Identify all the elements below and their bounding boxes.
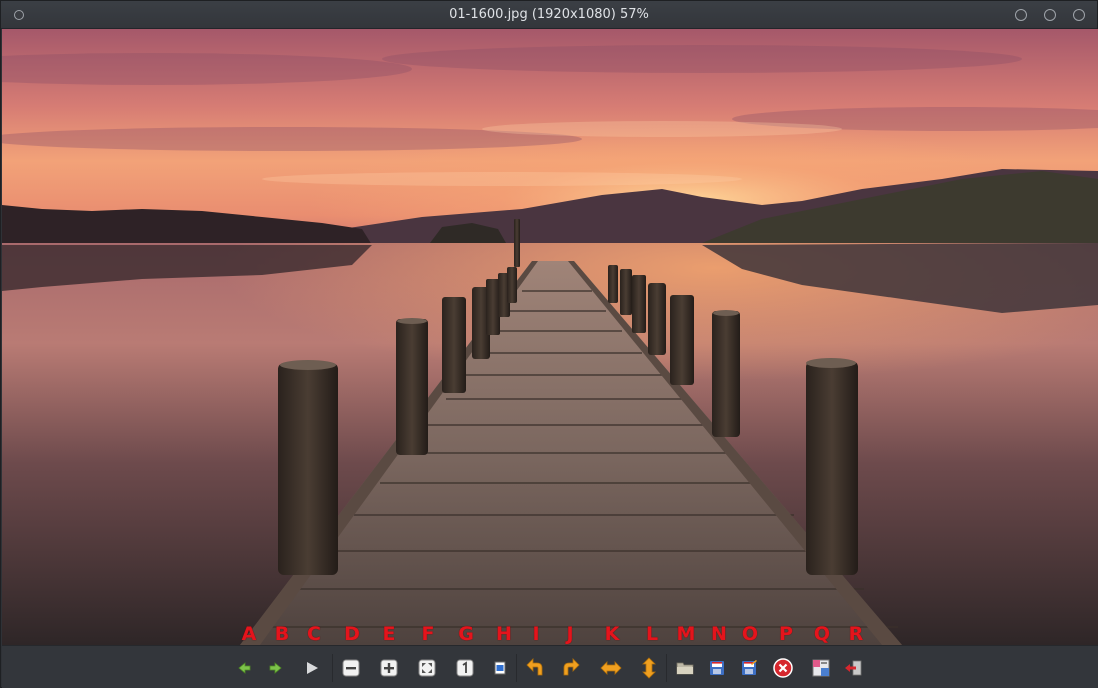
annotation-letter-q: Q — [813, 623, 831, 645]
annotation-letter-e: E — [382, 623, 396, 645]
image-canvas[interactable] — [2, 29, 1098, 645]
displayed-photo — [2, 29, 1098, 645]
arrow-right-icon[interactable] — [265, 657, 287, 679]
annotation-letter-f: F — [421, 623, 435, 645]
close-button[interactable] — [1073, 9, 1085, 21]
delete-icon[interactable] — [772, 657, 794, 679]
title-bar[interactable]: 01-1600.jpg (1920x1080) 57% — [1, 1, 1097, 29]
annotation-letter-m: M — [676, 623, 696, 645]
play-icon[interactable] — [301, 657, 323, 679]
save-as-icon[interactable] — [738, 657, 760, 679]
toolbar-separator — [332, 654, 333, 682]
fit-window-icon[interactable] — [416, 657, 438, 679]
annotation-letter-l: L — [645, 623, 659, 645]
annotation-letter-k: K — [604, 623, 620, 645]
bottom-toolbar — [2, 645, 1098, 688]
annotation-letter-r: R — [848, 623, 864, 645]
zoom-in-icon[interactable] — [378, 657, 400, 679]
open-folder-icon[interactable] — [674, 657, 696, 679]
annotation-letter-j: J — [566, 623, 574, 645]
annotation-letter-d: D — [344, 623, 360, 645]
toolbar-separator — [666, 654, 667, 682]
window-title: 01-1600.jpg (1920x1080) 57% — [449, 7, 649, 22]
flip-horizontal-icon[interactable] — [600, 657, 622, 679]
save-icon[interactable] — [706, 657, 728, 679]
fullscreen-icon[interactable] — [489, 657, 511, 679]
rotate-left-icon[interactable] — [524, 657, 546, 679]
annotation-letter-a: A — [241, 623, 257, 645]
annotation-letter-g: G — [458, 623, 474, 645]
rotate-right-icon[interactable] — [560, 657, 582, 679]
annotation-letter-i: I — [532, 623, 540, 645]
annotation-letter-p: P — [779, 623, 793, 645]
annotation-letter-o: O — [741, 623, 759, 645]
zoom-out-icon[interactable] — [340, 657, 362, 679]
minimize-button[interactable] — [1015, 9, 1027, 21]
toolbar-separator — [516, 654, 517, 682]
annotation-letter-b: B — [274, 623, 290, 645]
original-size-icon[interactable] — [454, 657, 476, 679]
preferences-icon[interactable] — [810, 657, 832, 679]
image-viewer-window: 01-1600.jpg (1920x1080) 57% A B C D E F … — [0, 0, 1098, 688]
exit-icon[interactable] — [842, 657, 864, 679]
annotation-letter-h: H — [496, 623, 512, 645]
arrow-left-icon[interactable] — [233, 657, 255, 679]
flip-vertical-icon[interactable] — [638, 657, 660, 679]
annotation-letter-n: N — [711, 623, 727, 645]
maximize-button[interactable] — [1044, 9, 1056, 21]
annotation-letter-c: C — [307, 623, 321, 645]
